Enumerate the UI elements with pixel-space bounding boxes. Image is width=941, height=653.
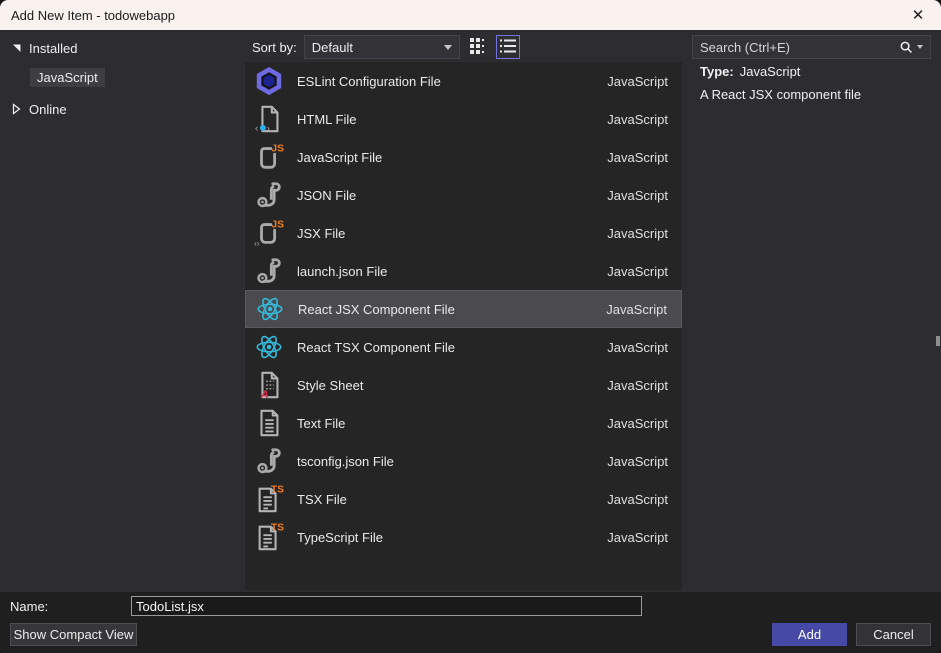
template-list-row[interactable]: React JSX Component File JavaScript: [245, 290, 682, 328]
sidebar-item-javascript[interactable]: JavaScript: [30, 67, 245, 87]
text-file-icon: [253, 407, 285, 439]
template-category: JavaScript: [607, 378, 668, 393]
svg-text:JS: JS: [271, 143, 284, 154]
bottom-bar: Name: Show Compact View Add Cancel: [0, 592, 941, 653]
json-file-icon: [253, 255, 285, 287]
js-file-icon: JS: [253, 141, 285, 173]
template-name: Style Sheet: [297, 378, 607, 393]
svg-text:JS: JS: [271, 219, 284, 230]
svg-text:›: ›: [267, 123, 270, 133]
sidebar-item-online[interactable]: Online: [10, 99, 245, 119]
template-list-row[interactable]: ESLint Configuration File JavaScript: [245, 62, 682, 100]
close-icon[interactable]: ✕: [895, 0, 941, 30]
style-sheet-icon: A: [253, 369, 285, 401]
template-info-panel: Type: JavaScript A React JSX component fi…: [700, 64, 935, 110]
sidebar-item-label: JavaScript: [30, 68, 105, 87]
template-name: React JSX Component File: [298, 302, 606, 317]
json-file-icon: [253, 179, 285, 211]
search-input[interactable]: Search (Ctrl+E): [693, 40, 899, 55]
title-bar: Add New Item - todowebapp ✕: [0, 0, 941, 30]
template-type-row: Type: JavaScript: [700, 64, 935, 79]
template-list-row[interactable]: A Style Sheet JavaScript: [245, 366, 682, 404]
search-icon[interactable]: [899, 40, 914, 55]
show-compact-view-button[interactable]: Show Compact View: [10, 623, 137, 646]
template-category: JavaScript: [607, 530, 668, 545]
template-name: JSON File: [297, 188, 607, 203]
template-list-row[interactable]: React TSX Component File JavaScript: [245, 328, 682, 366]
type-value: JavaScript: [740, 64, 801, 79]
template-name: launch.json File: [297, 264, 607, 279]
collapsed-triangle-icon: [10, 103, 22, 115]
eslint-icon: [253, 65, 285, 97]
react-icon: [253, 331, 285, 363]
list-view-button[interactable]: [496, 35, 520, 59]
type-label: Type:: [700, 64, 734, 79]
template-category: JavaScript: [607, 340, 668, 355]
template-list-row[interactable]: TS TSX File JavaScript: [245, 480, 682, 518]
scrollbar-thumb[interactable]: [936, 336, 940, 346]
template-name: HTML File: [297, 112, 607, 127]
svg-text:‹: ‹: [255, 123, 258, 133]
template-name: ESLint Configuration File: [297, 74, 607, 89]
template-list-row[interactable]: tsconfig.json File JavaScript: [245, 442, 682, 480]
html-file-icon: ‹›: [253, 103, 285, 135]
template-list-row[interactable]: JSON File JavaScript: [245, 176, 682, 214]
template-name: TypeScript File: [297, 530, 607, 545]
search-options-chevron-icon[interactable]: [917, 45, 923, 49]
template-category: JavaScript: [607, 226, 668, 241]
svg-text:TS: TS: [271, 522, 284, 533]
template-category: JavaScript: [607, 150, 668, 165]
template-category: JavaScript: [607, 416, 668, 431]
sidebar-item-label: Installed: [29, 41, 77, 56]
template-list-row[interactable]: ‹› HTML File JavaScript: [245, 100, 682, 138]
name-label: Name:: [10, 599, 48, 614]
chevron-down-icon: [444, 45, 452, 50]
template-category: JavaScript: [607, 188, 668, 203]
template-list-row[interactable]: launch.json File JavaScript: [245, 252, 682, 290]
cancel-button[interactable]: Cancel: [856, 623, 931, 646]
template-name: JavaScript File: [297, 150, 607, 165]
medium-icons-view-icon: [468, 36, 488, 59]
expanded-triangle-icon: [10, 42, 22, 54]
list-view-icon: [498, 36, 518, 59]
template-category: JavaScript: [607, 454, 668, 469]
template-list-row[interactable]: JS JavaScript File JavaScript: [245, 138, 682, 176]
template-list: ESLint Configuration File JavaScript ‹› …: [245, 62, 682, 590]
template-category: JavaScript: [607, 74, 668, 89]
template-category: JavaScript: [607, 492, 668, 507]
template-category: JavaScript: [606, 302, 667, 317]
template-category: JavaScript: [607, 112, 668, 127]
react-icon: [254, 293, 286, 325]
template-description: A React JSX component file: [700, 87, 935, 102]
sort-by-label: Sort by:: [252, 40, 297, 55]
sidebar-item-label: Online: [29, 102, 67, 117]
sort-dropdown-value: Default: [305, 40, 444, 55]
sort-dropdown[interactable]: Default: [304, 35, 460, 59]
dialog-title: Add New Item - todowebapp: [0, 8, 175, 23]
tsx-file-icon: TS: [253, 483, 285, 515]
add-new-item-dialog: Add New Item - todowebapp ✕ Installed Ja…: [0, 0, 941, 653]
template-list-row[interactable]: Text File JavaScript: [245, 404, 682, 442]
add-button[interactable]: Add: [772, 623, 847, 646]
template-name: Text File: [297, 416, 607, 431]
name-input[interactable]: [131, 596, 642, 616]
svg-text:TS: TS: [271, 484, 284, 495]
jsx-file-icon: JS ‹›: [253, 217, 285, 249]
sort-toolbar: Sort by: Default: [252, 34, 520, 60]
template-tree-sidebar: Installed JavaScript Online: [0, 30, 245, 592]
template-list-row[interactable]: JS ‹› JSX File JavaScript: [245, 214, 682, 252]
template-category: JavaScript: [607, 264, 668, 279]
template-list-row[interactable]: TS TypeScript File JavaScript: [245, 518, 682, 556]
ts-file-icon: TS: [253, 521, 285, 553]
template-name: React TSX Component File: [297, 340, 607, 355]
template-name: TSX File: [297, 492, 607, 507]
template-name: tsconfig.json File: [297, 454, 607, 469]
svg-text:‹›: ‹›: [254, 238, 260, 248]
svg-text:A: A: [260, 389, 269, 400]
json-file-icon: [253, 445, 285, 477]
sidebar-item-installed[interactable]: Installed: [10, 38, 245, 58]
medium-icons-view-button[interactable]: [466, 35, 490, 59]
template-name: JSX File: [297, 226, 607, 241]
search-box[interactable]: Search (Ctrl+E): [692, 35, 931, 59]
